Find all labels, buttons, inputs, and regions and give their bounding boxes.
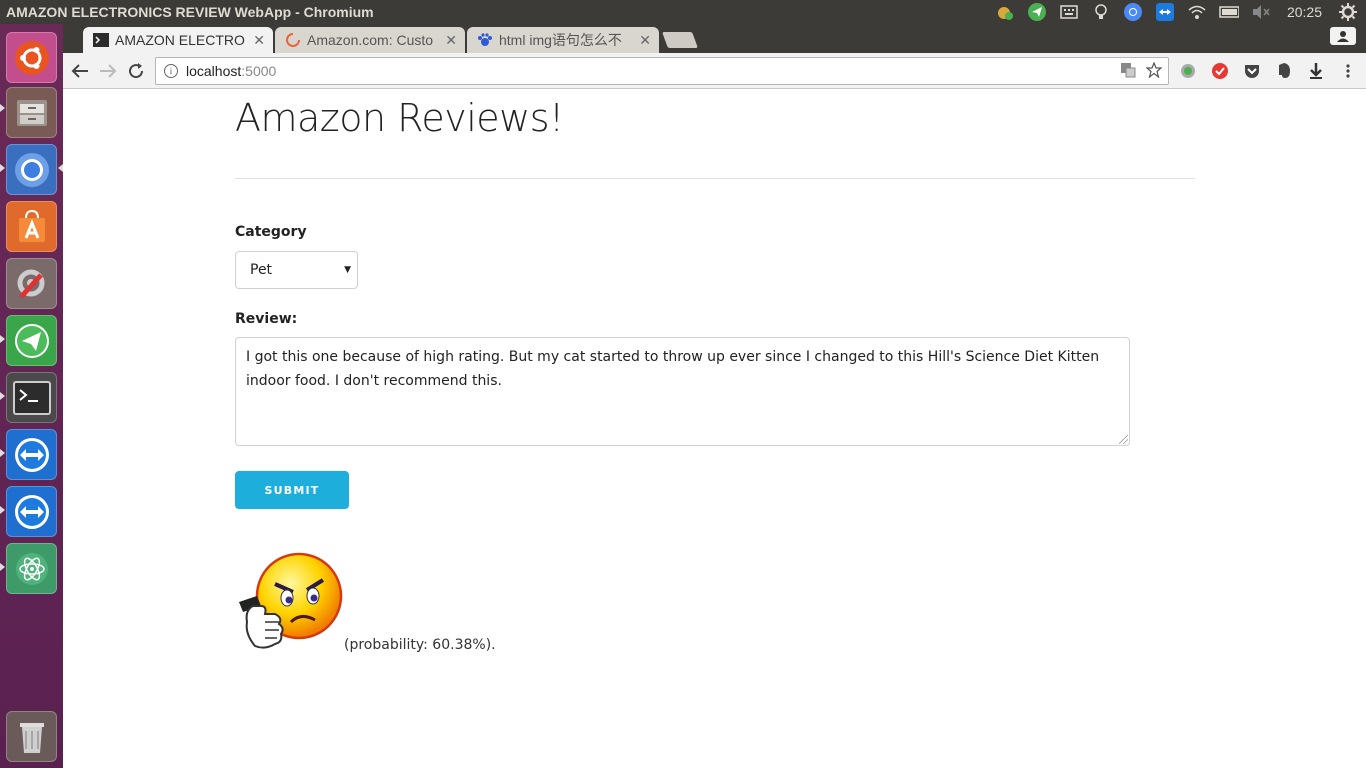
omnibox-actions xyxy=(1120,61,1163,82)
probability-text: (probability: 60.38%). xyxy=(344,637,496,653)
teamviewer-icon[interactable] xyxy=(6,429,57,480)
url-port: :5000 xyxy=(241,63,277,79)
back-button[interactable] xyxy=(69,60,91,82)
download-extension-icon[interactable] xyxy=(1306,61,1326,81)
lightbulb-icon[interactable] xyxy=(1091,2,1111,22)
review-label: Review: xyxy=(235,311,298,327)
running-indicator xyxy=(0,563,5,571)
review-textarea[interactable]: I got this one because of high rating. B… xyxy=(235,337,1130,446)
tab-close-icon[interactable]: ✕ xyxy=(445,32,457,49)
terminal-icon[interactable] xyxy=(6,372,57,423)
ubuntu-dash-icon[interactable] xyxy=(6,32,57,83)
angry-thumbs-down-emoji-icon xyxy=(235,550,343,652)
translate-icon[interactable] xyxy=(1120,62,1136,82)
tab-amazon-customer[interactable]: Amazon.com: Custo ✕ xyxy=(275,27,465,53)
address-bar[interactable]: i localhost:5000 xyxy=(155,57,1169,85)
tab-close-icon[interactable]: ✕ xyxy=(253,32,265,49)
chromium-tray-icon[interactable] xyxy=(1123,2,1143,22)
clock[interactable]: 20:25 xyxy=(1283,2,1326,22)
running-indicator xyxy=(0,506,5,514)
site-info-icon[interactable]: i xyxy=(164,64,178,78)
divider xyxy=(235,178,1195,179)
chromium-icon[interactable] xyxy=(6,144,57,195)
new-tab-button[interactable] xyxy=(662,32,698,48)
system-settings-icon[interactable] xyxy=(6,258,57,309)
volume-muted-icon[interactable] xyxy=(1251,2,1271,22)
running-indicator xyxy=(0,104,5,112)
resize-grip-icon[interactable] xyxy=(1119,435,1128,444)
telegram-tray-icon[interactable] xyxy=(1027,2,1047,22)
category-selected-value: Pet xyxy=(250,262,273,278)
green-extension-icon[interactable] xyxy=(1178,61,1198,81)
menu-kebab-icon[interactable] xyxy=(1338,61,1358,81)
launcher xyxy=(0,24,63,768)
running-indicator xyxy=(0,449,5,457)
running-indicator xyxy=(0,164,5,172)
category-label: Category xyxy=(235,224,307,240)
url-host: localhost xyxy=(186,63,242,79)
trash-icon[interactable] xyxy=(6,711,57,762)
software-center-icon[interactable] xyxy=(6,201,57,252)
submit-button[interactable]: SUBMIT xyxy=(235,471,349,509)
tab-label: Amazon.com: Custo xyxy=(307,32,434,48)
tab-close-icon[interactable]: ✕ xyxy=(639,32,651,49)
terminal-favicon-icon xyxy=(93,32,109,48)
teamviewer-tray-icon[interactable] xyxy=(1155,2,1175,22)
teamviewer-icon-2[interactable] xyxy=(6,486,57,537)
files-icon[interactable] xyxy=(6,87,57,138)
system-top-bar: AMAZON ELECTRONICS REVIEW WebApp - Chrom… xyxy=(0,0,1366,24)
forward-button[interactable] xyxy=(97,60,119,82)
tab-label: AMAZON ELECTRO xyxy=(115,32,245,48)
running-indicator xyxy=(0,335,5,343)
tab-amazon-electronics[interactable]: AMAZON ELECTRO ✕ xyxy=(83,27,273,53)
update-icon[interactable] xyxy=(995,2,1015,22)
evernote-extension-icon[interactable] xyxy=(1274,61,1294,81)
pocket-extension-icon[interactable] xyxy=(1242,61,1262,81)
baidu-paw-icon xyxy=(477,32,493,48)
bookmark-star-icon[interactable] xyxy=(1145,61,1163,82)
tab-html-img[interactable]: html img语句怎么不 ✕ xyxy=(467,27,659,53)
reload-button[interactable] xyxy=(125,60,147,82)
tab-label: html img语句怎么不 xyxy=(499,32,622,48)
wifi-icon[interactable] xyxy=(1187,2,1207,22)
running-indicator xyxy=(0,392,5,400)
settings-gear-icon[interactable] xyxy=(1338,2,1358,22)
profile-icon[interactable] xyxy=(1330,27,1356,45)
page-title: Amazon Reviews! xyxy=(235,96,564,140)
battery-icon[interactable] xyxy=(1219,2,1239,22)
todoist-extension-icon[interactable] xyxy=(1210,61,1230,81)
window-title: AMAZON ELECTRONICS REVIEW WebApp - Chrom… xyxy=(6,4,374,20)
atom-icon[interactable] xyxy=(6,543,57,594)
dropdown-arrow-icon: ▼ xyxy=(344,265,351,275)
category-select[interactable]: Pet ▼ xyxy=(235,251,358,289)
browser-toolbar: i localhost:5000 xyxy=(63,53,1366,89)
web-page: Amazon Reviews! Category Pet ▼ Review: I… xyxy=(63,90,1366,768)
browser-tab-strip: AMAZON ELECTRO ✕ Amazon.com: Custo ✕ htm… xyxy=(63,24,1366,53)
keyboard-icon[interactable] xyxy=(1059,2,1079,22)
telegram-icon[interactable] xyxy=(6,315,57,366)
loading-spinner-icon xyxy=(285,32,301,48)
system-tray: 20:25 xyxy=(995,0,1366,24)
review-text: I got this one because of high rating. B… xyxy=(246,349,1100,389)
